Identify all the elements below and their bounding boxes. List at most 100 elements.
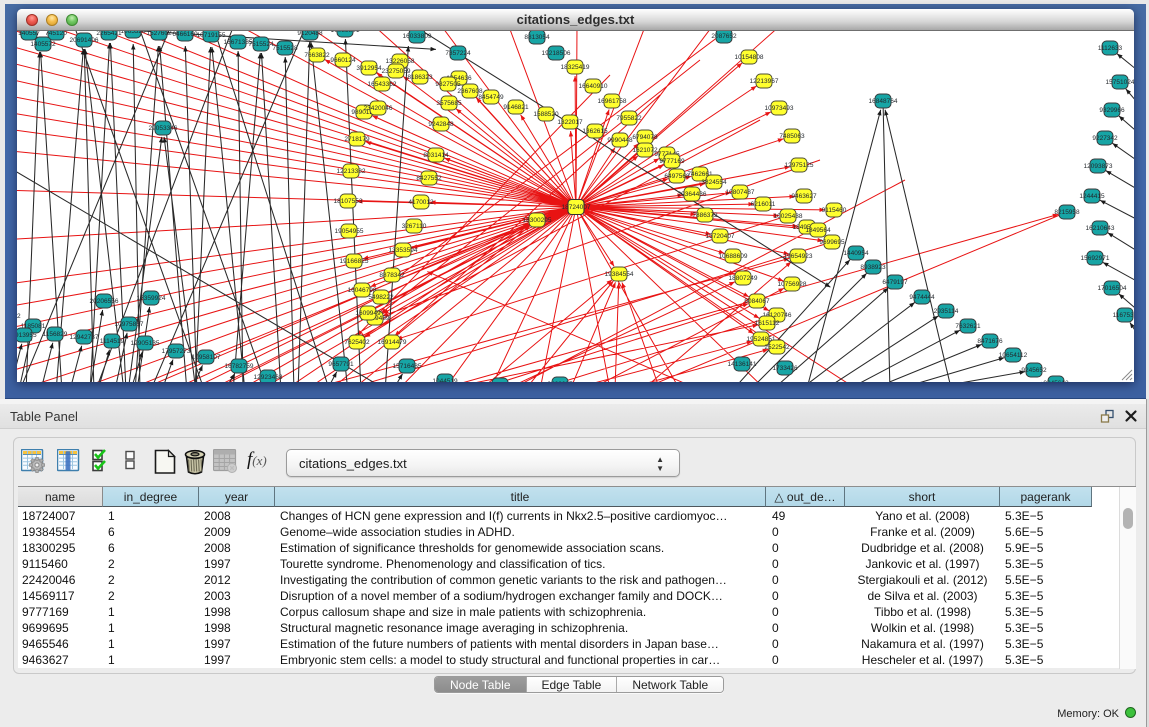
svg-text:9245652: 9245652 [1021,367,1047,374]
svg-text:8454749: 8454749 [478,94,504,101]
svg-text:10973493: 10973493 [765,105,794,112]
svg-text:3912954: 3912954 [356,65,382,72]
svg-text:8878342: 8878342 [379,272,405,279]
svg-text:5498222: 5498222 [368,294,394,301]
svg-text:16848764: 16848764 [869,98,898,105]
svg-text:9242848: 9242848 [428,121,454,128]
svg-text:8215958: 8215958 [1054,209,1080,216]
svg-text:15751024: 15751024 [1106,79,1134,86]
svg-text:18325419: 18325419 [561,64,590,71]
svg-text:10756928: 10756928 [778,281,807,288]
svg-text:6479197: 6479197 [882,279,908,286]
svg-text:10975867: 10975867 [115,321,144,328]
svg-text:1065326: 1065326 [120,31,146,35]
svg-text:1588520: 1588520 [533,111,559,118]
svg-text:8031414: 8031414 [423,152,449,159]
svg-text:9115460: 9115460 [822,207,847,214]
svg-text:20206556: 20206556 [90,298,119,305]
svg-text:12975125: 12975125 [785,162,814,169]
svg-text:4170012: 4170012 [408,199,434,206]
svg-text:2087652: 2087652 [711,33,737,40]
svg-text:2522542: 2522542 [764,344,790,351]
svg-text:3824554: 3824554 [701,179,727,186]
svg-text:2026052: 2026052 [17,313,21,320]
svg-text:16033809: 16033809 [403,33,432,40]
svg-text:140557: 140557 [18,31,40,37]
svg-text:10654112: 10654112 [999,352,1028,359]
svg-text:1440954: 1440954 [843,250,869,257]
svg-text:17359924: 17359924 [137,295,166,302]
svg-text:1244415: 1244415 [1079,193,1105,200]
svg-text:20364436: 20364436 [678,191,707,198]
svg-text:29053346: 29053346 [149,125,178,132]
svg-text:17016504: 17016504 [1098,285,1127,292]
svg-text:15692971: 15692971 [1081,255,1110,262]
svg-text:9329966: 9329966 [1099,107,1125,114]
svg-text:6466160: 6466160 [172,31,198,38]
svg-text:10688609: 10688609 [719,253,748,260]
svg-text:16210643: 16210643 [1086,225,1115,232]
svg-text:1322017: 1322017 [557,119,583,126]
svg-text:8427552: 8427552 [416,175,442,182]
svg-text:9084067: 9084067 [744,298,770,305]
svg-text:3575685: 3575685 [436,100,462,107]
svg-text:1405572: 1405572 [30,41,56,48]
svg-text:1849564: 1849564 [805,227,831,234]
svg-text:6497568: 6497568 [664,173,690,180]
svg-text:15720407: 15720407 [706,233,735,240]
svg-text:23420046: 23420046 [364,105,393,112]
svg-text:7955822: 7955822 [616,115,642,122]
svg-text:19166825: 19166825 [340,258,369,265]
svg-text:1527602: 1527602 [146,31,172,37]
svg-text:3913955: 3913955 [17,332,37,339]
svg-text:7625402: 7625402 [344,339,370,346]
svg-text:7515528: 7515528 [272,45,298,52]
svg-text:10025438: 10025438 [774,213,803,220]
svg-text:10807487: 10807487 [726,189,755,196]
svg-text:12213967: 12213967 [750,78,779,85]
svg-text:18107553: 18107553 [334,198,363,205]
svg-text:18724007: 18724007 [562,204,591,211]
svg-text:7663822: 7663822 [304,52,330,59]
svg-text:9327505: 9327505 [435,81,461,88]
svg-text:1167533: 1167533 [1113,312,1134,319]
svg-text:1112633: 1112633 [1098,45,1123,52]
svg-text:1615112: 1615112 [755,320,780,327]
svg-text:2935114: 2935114 [934,308,959,315]
svg-text:16914479: 16914479 [378,339,407,346]
svg-text:7632621: 7632621 [955,323,981,330]
svg-text:9990448: 9990448 [607,137,633,144]
svg-text:9463627: 9463627 [547,381,573,382]
svg-text:15716485: 15716485 [393,363,422,370]
svg-text:9463627: 9463627 [791,193,817,200]
svg-text:19384554: 19384554 [605,271,634,278]
svg-text:12923468: 12923468 [254,374,283,381]
svg-text:1733426: 1733426 [772,365,798,372]
svg-text:7485063: 7485063 [779,133,805,140]
svg-text:9657791: 9657791 [328,361,354,368]
svg-text:16543362: 16543362 [368,81,397,88]
svg-text:20691406: 20691406 [70,37,99,44]
svg-text:7515524: 7515524 [248,41,274,48]
svg-text:14136141: 14136141 [728,361,757,368]
svg-text:9146821: 9146821 [503,104,529,111]
svg-text:1114519: 1114519 [100,338,125,345]
svg-text:9245612: 9245612 [1043,380,1069,382]
svg-text:9777169: 9777169 [659,158,685,165]
svg-text:7357224: 7357224 [445,50,471,57]
svg-text:16961758: 16961758 [598,98,627,105]
svg-text:1609949: 1609949 [355,310,381,317]
svg-text:745120: 745120 [45,31,67,37]
svg-text:13353594: 13353594 [389,247,418,254]
svg-text:1156829: 1156829 [43,331,68,338]
svg-text:16782759: 16782759 [225,363,254,370]
svg-text:9660124: 9660124 [330,57,356,64]
svg-text:18807249: 18807249 [729,275,758,282]
svg-text:19218506: 19218506 [542,50,571,57]
svg-text:16046798: 16046798 [348,287,377,294]
svg-text:2265421: 2265421 [96,31,122,37]
svg-text:16033801: 16033801 [331,31,360,34]
svg-text:12093873: 12093873 [1084,163,1113,170]
svg-text:8938923: 8938923 [860,264,886,271]
svg-text:9699695: 9699695 [819,239,845,246]
